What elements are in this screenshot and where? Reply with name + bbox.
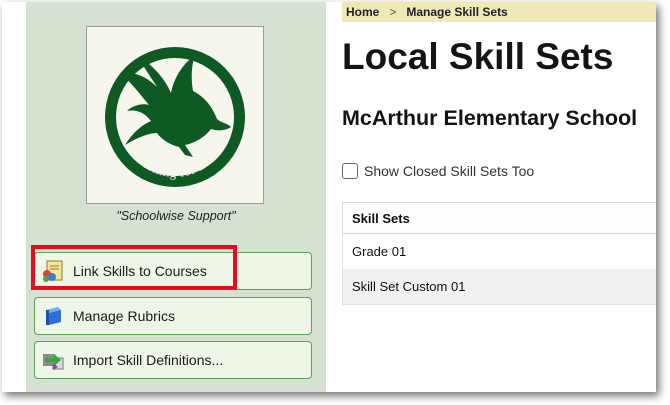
school-name: McArthur Elementary School	[342, 106, 638, 130]
eagle-logo-icon: Learning for Life	[105, 47, 245, 187]
table-cell: Grade 01	[352, 244, 407, 259]
breadcrumb: Home > Manage Skill Sets	[342, 2, 656, 22]
show-closed-toggle[interactable]: Show Closed Skill Sets Too	[342, 163, 534, 179]
manage-rubrics-button[interactable]: Manage Rubrics	[34, 297, 312, 335]
rubric-book-icon	[41, 304, 65, 328]
link-skills-button[interactable]: Link Skills to Courses	[34, 252, 312, 290]
table-header: Skill Sets	[342, 202, 656, 234]
page-title: Local Skill Sets	[342, 36, 614, 77]
import-skill-definitions-label: Import Skill Definitions...	[73, 352, 224, 368]
link-skills-icon	[41, 259, 65, 283]
school-logo: Learning for Life	[86, 26, 264, 204]
table-divider	[342, 304, 656, 305]
show-closed-checkbox[interactable]	[342, 163, 358, 179]
app-window: Learning for Life "Schoolwise Support" L…	[2, 2, 656, 392]
breadcrumb-separator: >	[389, 5, 397, 19]
show-closed-label: Show Closed Skill Sets Too	[364, 163, 535, 179]
table-row[interactable]: Grade 01	[342, 234, 656, 269]
table-cell: Skill Set Custom 01	[352, 279, 466, 294]
logo-caption: "Schoolwise Support"	[116, 209, 236, 223]
breadcrumb-home-link[interactable]: Home	[346, 5, 379, 19]
manage-rubrics-label: Manage Rubrics	[73, 308, 175, 324]
import-skill-definitions-button[interactable]: Import Skill Definitions...	[34, 341, 312, 379]
table-row[interactable]: Skill Set Custom 01	[342, 269, 656, 304]
link-skills-label: Link Skills to Courses	[73, 263, 207, 279]
sidebar: Learning for Life "Schoolwise Support" L…	[26, 2, 326, 392]
import-arrow-icon	[41, 348, 65, 372]
breadcrumb-current[interactable]: Manage Skill Sets	[406, 5, 507, 19]
main-content: Home > Manage Skill Sets Local Skill Set…	[342, 2, 656, 392]
skill-sets-table: Skill Sets Grade 01 Skill Set Custom 01	[342, 202, 656, 305]
